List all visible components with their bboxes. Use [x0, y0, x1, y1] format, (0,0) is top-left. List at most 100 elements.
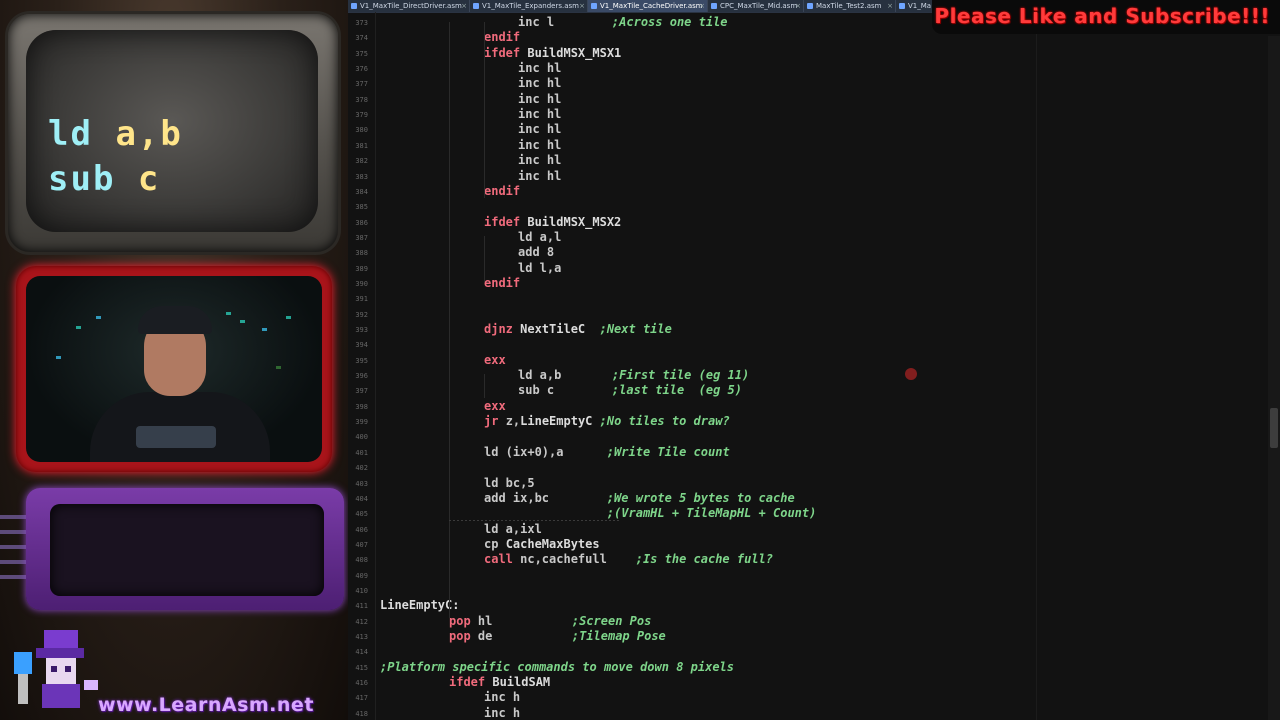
code-comment: ;Is the cache full?	[635, 552, 774, 567]
code-token: inc hl	[518, 76, 562, 91]
close-tab-icon[interactable]: ×	[579, 0, 585, 12]
tab-cpc-maxtile-mid-asm[interactable]: CPC_MaxTile_Mid.asm ×	[708, 0, 804, 12]
tab-v1-maxtile-directdriver-asm[interactable]: V1_MaxTile_DirectDriver.asm ×	[348, 0, 470, 12]
rail-decoration	[0, 575, 26, 579]
line-number: 400	[355, 433, 368, 442]
code-line[interactable]: ld a,b ;First tile (eg 11)	[518, 368, 749, 382]
code-token: z,	[505, 414, 521, 429]
close-tab-icon[interactable]: ×	[461, 0, 467, 12]
code-line[interactable]: ifdef BuildMSX_MSX1	[484, 46, 621, 60]
line-number: 392	[355, 310, 368, 319]
code-line[interactable]: inc hl	[518, 122, 561, 136]
overlay-op: sub	[48, 159, 116, 199]
close-tab-icon[interactable]: ×	[887, 0, 893, 12]
code-line[interactable]: inc hl	[518, 61, 561, 75]
line-number: 388	[355, 249, 368, 258]
code-keyword: endif	[484, 275, 521, 290]
code-line[interactable]: LineEmptyC:	[380, 598, 459, 612]
tab-label: V1_MaxTile_Expanders.asm	[482, 2, 579, 10]
code-line[interactable]: cp CacheMaxBytes	[484, 537, 600, 551]
code-token: BuildSAM	[492, 675, 551, 690]
code-line[interactable]: inc hl	[518, 107, 561, 121]
line-number: 389	[355, 264, 368, 273]
line-number: 387	[355, 233, 368, 242]
code-line[interactable]: inc l ;Across one tile	[518, 15, 728, 29]
line-number: 398	[355, 402, 368, 411]
line-number: 413	[355, 633, 368, 641]
code-line[interactable]: pop hl ;Screen Pos	[449, 614, 651, 628]
code-line[interactable]: exx	[484, 353, 506, 367]
code-line[interactable]: inc hl	[518, 153, 561, 167]
code-line[interactable]: ld a,ixl	[484, 522, 542, 536]
code-line[interactable]: endif	[484, 30, 520, 44]
tab-v1-maxtile-cachedriver-asm[interactable]: V1_MaxTile_CacheDriver.asm ×	[588, 0, 708, 12]
code-line[interactable]: add ix,bc ;We wrote 5 bytes to cache	[484, 491, 795, 505]
mouse-cursor-highlight	[905, 368, 917, 380]
code-line[interactable]: endif	[484, 276, 520, 290]
tab-v1-maxtile-expanders-asm[interactable]: V1_MaxTile_Expanders.asm ×	[470, 0, 588, 12]
line-number: 382	[355, 157, 368, 166]
code-editor[interactable]: V1_MaxTile_DirectDriver.asm × V1_MaxTile_E…	[348, 0, 1280, 720]
code-line[interactable]: djnz NextTileC ;Next tile	[484, 322, 672, 336]
line-number: 383	[355, 172, 368, 181]
line-number: 373	[355, 19, 368, 27]
code-line[interactable]: ;(VramHL + TileMapHL + Count)	[484, 506, 817, 520]
code-line[interactable]: inc hl	[518, 138, 561, 152]
code-line[interactable]: add 8	[518, 245, 554, 259]
code-keyword: exx	[484, 352, 506, 367]
code-token: inc hl	[518, 122, 562, 137]
code-token: CacheMaxBytes	[505, 536, 600, 551]
code-line[interactable]: inc hl	[518, 92, 561, 106]
close-tab-icon[interactable]: ×	[699, 0, 705, 12]
tab-maxtile-test2-asm[interactable]: MaxTile_Test2.asm ×	[804, 0, 896, 12]
code-line[interactable]: ld a,l	[518, 230, 561, 244]
close-tab-icon[interactable]: ×	[795, 0, 801, 12]
indent-guide	[449, 22, 450, 618]
vertical-scrollbar[interactable]	[1268, 36, 1280, 720]
code-line[interactable]: ifdef BuildSAM	[449, 675, 550, 689]
code-token: ld a,ixl	[484, 521, 542, 536]
line-number: 397	[355, 387, 368, 396]
code-line[interactable]: inc hl	[518, 169, 561, 183]
code-keyword: endif	[484, 183, 521, 198]
code-line[interactable]: inc h	[484, 690, 520, 704]
tab-v1-ma[interactable]: V1_Ma	[896, 0, 936, 12]
edge-guide	[1036, 12, 1037, 720]
code-line[interactable]: pop de ;Tilemap Pose	[449, 629, 666, 643]
code-line[interactable]: inc h	[484, 706, 520, 720]
webcam-frame	[16, 266, 332, 472]
subscribe-banner-text: Please Like and Subscribe!!!	[934, 4, 1270, 28]
scrollbar-thumb[interactable]	[1270, 408, 1278, 448]
line-number: 379	[355, 111, 368, 120]
code-line[interactable]: ld l,a	[518, 261, 561, 275]
line-number: 404	[355, 494, 368, 503]
code-line[interactable]: ;Platform specific commands to move down…	[380, 660, 734, 674]
line-number: 416	[355, 679, 368, 688]
code-line[interactable]: exx	[484, 399, 506, 413]
code-line[interactable]: ifdef BuildMSX_MSX2	[484, 215, 621, 229]
code-keyword: exx	[484, 398, 506, 413]
rail-decoration	[0, 515, 26, 519]
line-number: 409	[355, 571, 368, 580]
code-keyword: jr	[484, 414, 506, 429]
file-icon	[473, 3, 479, 9]
code-line[interactable]: call nc,cachefull ;Is the cache full?	[484, 552, 773, 566]
code-line[interactable]: endif	[484, 184, 520, 198]
code-line[interactable]: inc hl	[518, 76, 561, 90]
overlay-code-line-1: ld a,b	[48, 114, 183, 154]
code-comment: ;last tile (eg 5)	[611, 383, 742, 398]
file-icon	[711, 3, 717, 9]
line-number: 393	[355, 326, 368, 334]
line-number: 390	[355, 279, 368, 288]
line-number: 394	[355, 341, 368, 350]
line-number: 412	[355, 617, 368, 626]
line-number: 418	[355, 709, 368, 718]
code-line[interactable]: sub c ;last tile (eg 5)	[518, 383, 742, 397]
code-comment: ;Screen Pos	[571, 613, 652, 628]
code-line[interactable]: ld (ix+0),a ;Write Tile count	[484, 445, 730, 459]
code-line[interactable]: jr z,LineEmptyC ;No tiles to draw?	[484, 414, 730, 428]
code-line[interactable]: ld bc,5	[484, 476, 535, 490]
line-number: 374	[355, 34, 368, 43]
